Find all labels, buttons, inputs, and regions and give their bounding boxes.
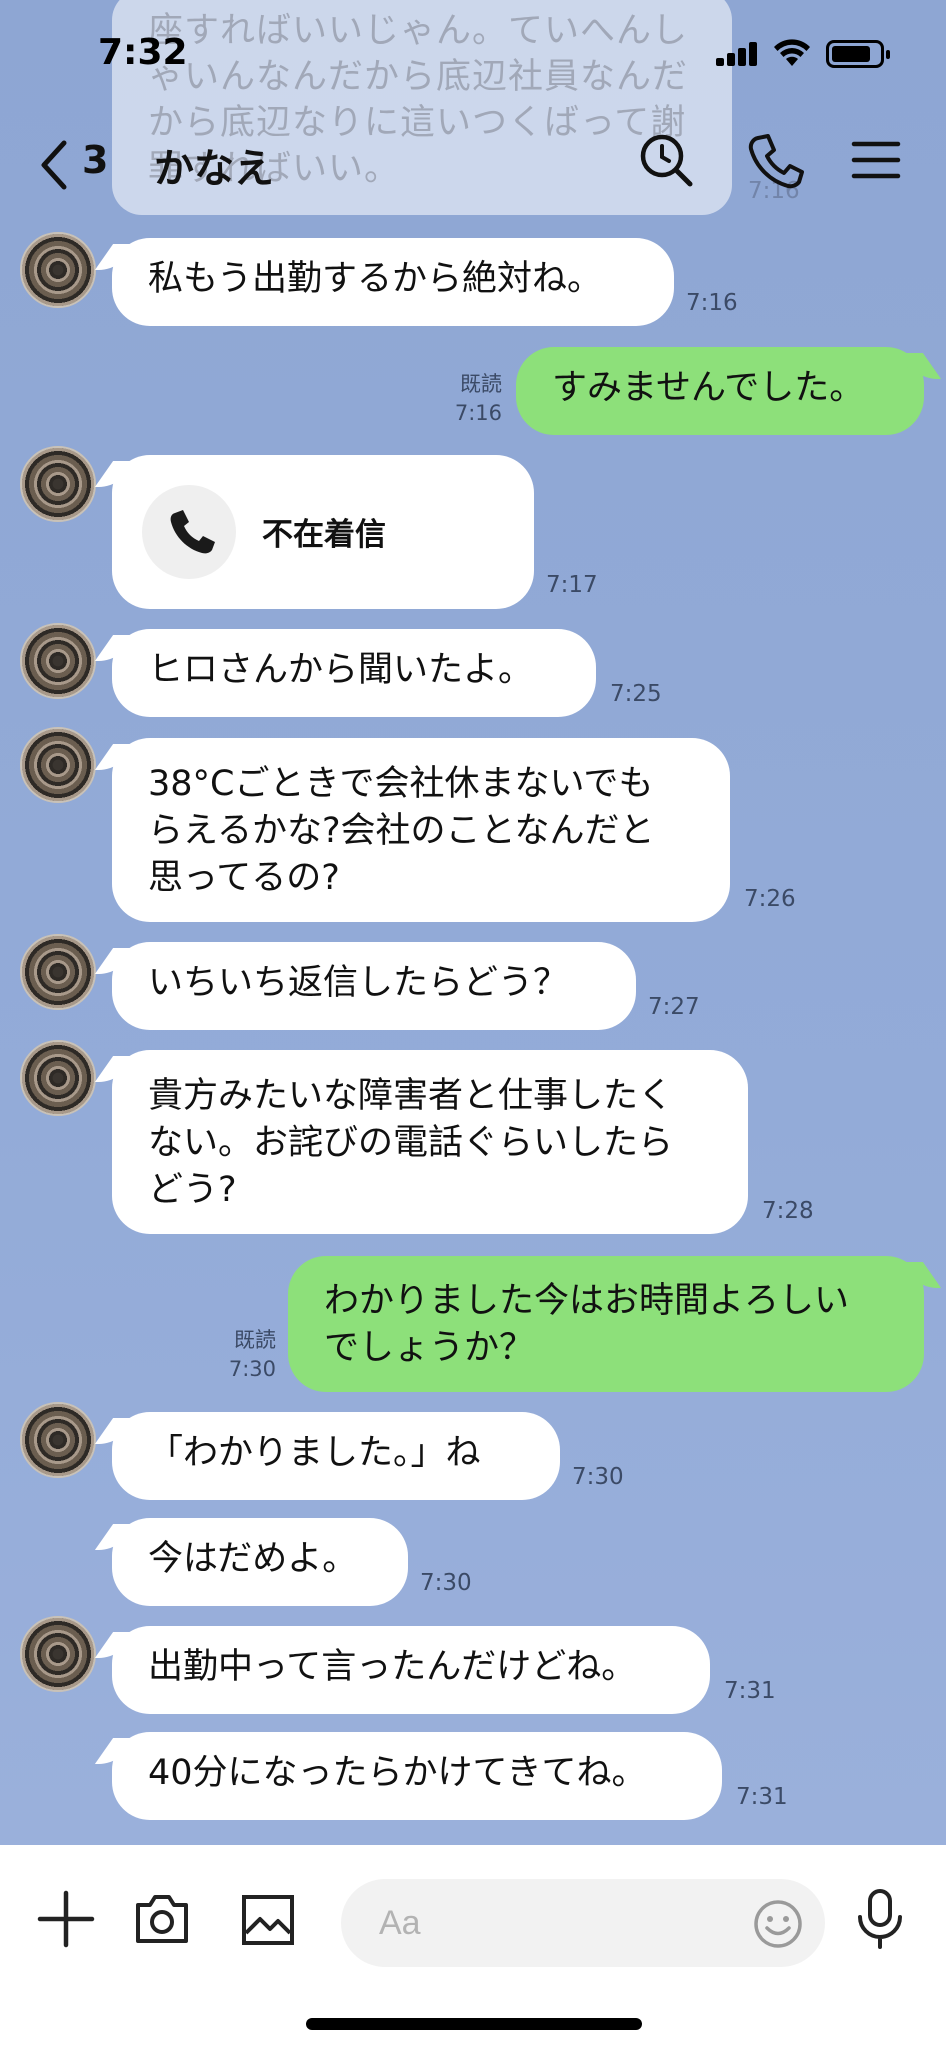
wifi-icon (774, 39, 810, 66)
message-bubble[interactable]: 「わかりました。」ね (112, 1412, 560, 1500)
message-bubble[interactable]: 貴方みたいな障害者と仕事したく ない。お詫びの電話ぐらいしたら どう? (112, 1050, 748, 1234)
missed-call-bubble[interactable]: 不在着信 (112, 455, 534, 609)
message-line: どう? (148, 1170, 237, 1210)
phone-icon[interactable] (744, 130, 804, 190)
message-bubble[interactable]: 私もう出勤するから絶対ね。 (112, 238, 674, 326)
message-time: 7:28 (762, 1198, 814, 1224)
search-icon[interactable] (636, 130, 696, 190)
message-bubble[interactable]: 38°Cごときで会社休まないでも らえるかな?会社のことなんだと 思ってるの? (112, 738, 730, 922)
contact-avatar[interactable] (20, 1040, 96, 1116)
message-bubble[interactable]: ヒロさんから聞いたよ。 (112, 629, 596, 717)
status-time: 7:32 (98, 32, 188, 73)
message-time: 7:31 (736, 1784, 788, 1810)
message-line: 思ってるの? (148, 858, 340, 898)
message-input-bar (0, 1845, 946, 2048)
status-bar: 7:32 (0, 0, 946, 100)
chat-header: 3 かなえ (0, 110, 946, 220)
message-time: 7:27 (648, 994, 700, 1020)
message-bubble[interactable]: 今はだめよ。 (112, 1518, 408, 1606)
read-status: 既読 (234, 1328, 276, 1352)
sent-message-bubble[interactable]: わかりました今はお時間よろしい でしょうか？ (288, 1256, 924, 1392)
message-time: 7:30 (420, 1570, 472, 1596)
battery-icon (826, 40, 890, 68)
microphone-icon[interactable] (848, 1887, 912, 1951)
message-line: 38°Cごときで会社休まないでも (148, 764, 654, 804)
home-indicator (306, 2018, 642, 2030)
message-time: 7:25 (610, 681, 662, 707)
contact-name[interactable]: かなえ (154, 136, 274, 194)
unread-count[interactable]: 3 (82, 138, 108, 182)
message-bubble[interactable]: いちいち返信したらどう？ (112, 942, 636, 1030)
image-icon[interactable] (236, 1887, 300, 1951)
message-time: 7:31 (724, 1678, 776, 1704)
plus-icon[interactable] (34, 1887, 98, 1951)
sent-message-bubble[interactable]: すみませんでした。 (516, 347, 924, 435)
message-time: 7:30 (572, 1464, 624, 1490)
message-line: でしょうか？ (324, 1328, 535, 1368)
message-time: 7:17 (546, 572, 598, 598)
contact-avatar[interactable] (20, 446, 96, 522)
message-time: 7:26 (744, 886, 796, 912)
back-chevron-icon[interactable] (36, 135, 76, 195)
message-bubble[interactable]: 40分になったらかけてきてね。 (112, 1732, 722, 1820)
message-time: 7:16 (454, 401, 502, 425)
emoji-icon[interactable] (752, 1898, 804, 1950)
cellular-signal-icon (716, 42, 760, 66)
contact-avatar[interactable] (20, 623, 96, 699)
message-line: 貴方みたいな障害者と仕事したく (148, 1076, 674, 1116)
missed-call-label: 不在着信 (262, 517, 386, 553)
contact-avatar[interactable] (20, 232, 96, 308)
read-status: 既読 (460, 372, 502, 396)
contact-avatar[interactable] (20, 727, 96, 803)
chat-background: 座すればいいじゃん。ていへんしゃいんなんだから底辺社員なんだから底辺なりに這いつ… (0, 0, 946, 1845)
contact-avatar[interactable] (20, 1616, 96, 1692)
missed-call-icon (142, 485, 236, 579)
message-time: 7:30 (228, 1357, 276, 1381)
read-receipt: 既読 7:16 (440, 370, 502, 428)
message-line: わかりました今はお時間よろしい (324, 1281, 850, 1321)
message-line: らえるかな?会社のことなんだと (148, 811, 655, 851)
read-receipt: 既読 7:30 (210, 1326, 276, 1384)
contact-avatar[interactable] (20, 1402, 96, 1478)
message-line: ない。お詫びの電話ぐらいしたら (148, 1123, 674, 1163)
contact-avatar[interactable] (20, 934, 96, 1010)
camera-icon[interactable] (130, 1887, 194, 1951)
menu-icon[interactable] (846, 130, 906, 190)
message-bubble[interactable]: 出勤中って言ったんだけどね。 (112, 1626, 710, 1714)
message-time: 7:16 (686, 290, 738, 316)
